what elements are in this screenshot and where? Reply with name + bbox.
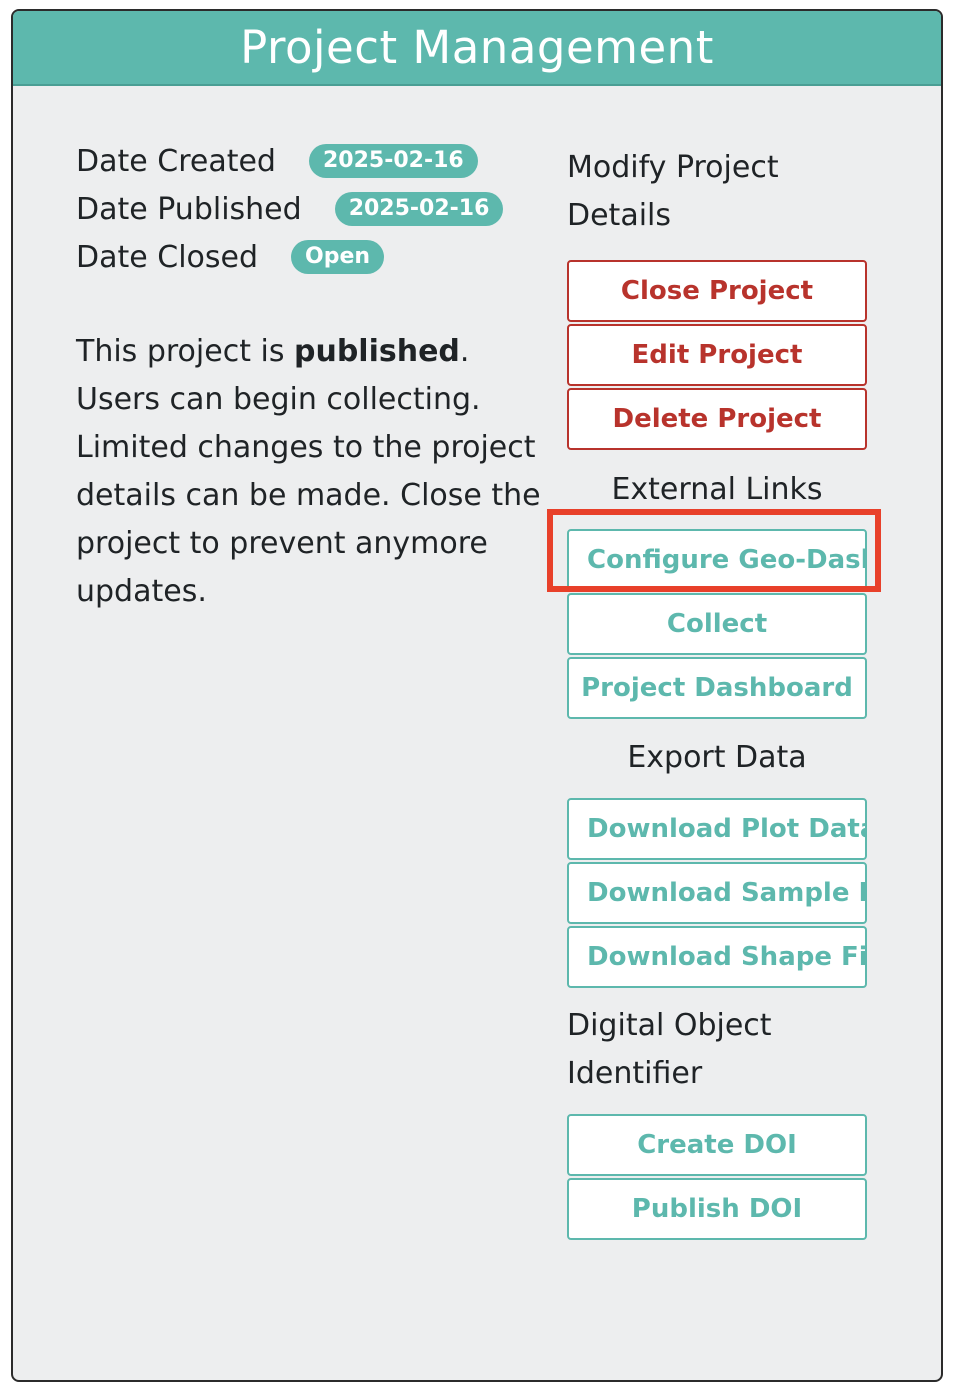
date-closed-row: Date Closed Open xyxy=(76,233,546,281)
date-closed-label: Date Closed xyxy=(76,239,259,275)
configure-geo-dash-button[interactable]: Configure Geo-Dash xyxy=(567,529,867,591)
create-doi-button[interactable]: Create DOI xyxy=(567,1114,867,1176)
download-shape-file-button[interactable]: Download Shape File xyxy=(567,926,867,988)
external-links-title: External Links xyxy=(611,472,823,507)
date-published-label: Date Published xyxy=(76,191,302,227)
panel-header: Project Management xyxy=(13,11,941,86)
page-title: Project Management xyxy=(240,21,714,74)
modify-section-title: Modify Project Details xyxy=(567,150,779,233)
delete-project-button[interactable]: Delete Project xyxy=(567,388,867,450)
description-status: published xyxy=(294,334,460,369)
actions-column: Modify Project Details Close Project Edi… xyxy=(567,144,867,1242)
export-data-title: Export Data xyxy=(627,740,807,775)
date-published-badge: 2025-02-16 xyxy=(334,192,504,226)
project-status-description: This project is published. Users can beg… xyxy=(76,328,546,616)
project-info: Date Created 2025-02-16 Date Published 2… xyxy=(76,137,546,616)
download-sample-data-button[interactable]: Download Sample Da xyxy=(567,862,867,924)
date-created-row: Date Created 2025-02-16 xyxy=(76,137,546,185)
project-dashboard-button[interactable]: Project Dashboard xyxy=(567,657,867,719)
description-prefix: This project is xyxy=(76,334,294,369)
close-project-button[interactable]: Close Project xyxy=(567,260,867,322)
date-closed-badge: Open xyxy=(291,240,385,274)
doi-section-title: Digital Object Identifier xyxy=(567,1008,772,1091)
collect-button[interactable]: Collect xyxy=(567,593,867,655)
description-suffix: . Users can begin collecting. Limited ch… xyxy=(76,334,541,609)
date-created-badge: 2025-02-16 xyxy=(308,144,478,178)
date-created-label: Date Created xyxy=(76,143,276,179)
edit-project-button[interactable]: Edit Project xyxy=(567,324,867,386)
publish-doi-button[interactable]: Publish DOI xyxy=(567,1178,867,1240)
download-plot-data-button[interactable]: Download Plot Data xyxy=(567,798,867,860)
date-published-row: Date Published 2025-02-16 xyxy=(76,185,546,233)
